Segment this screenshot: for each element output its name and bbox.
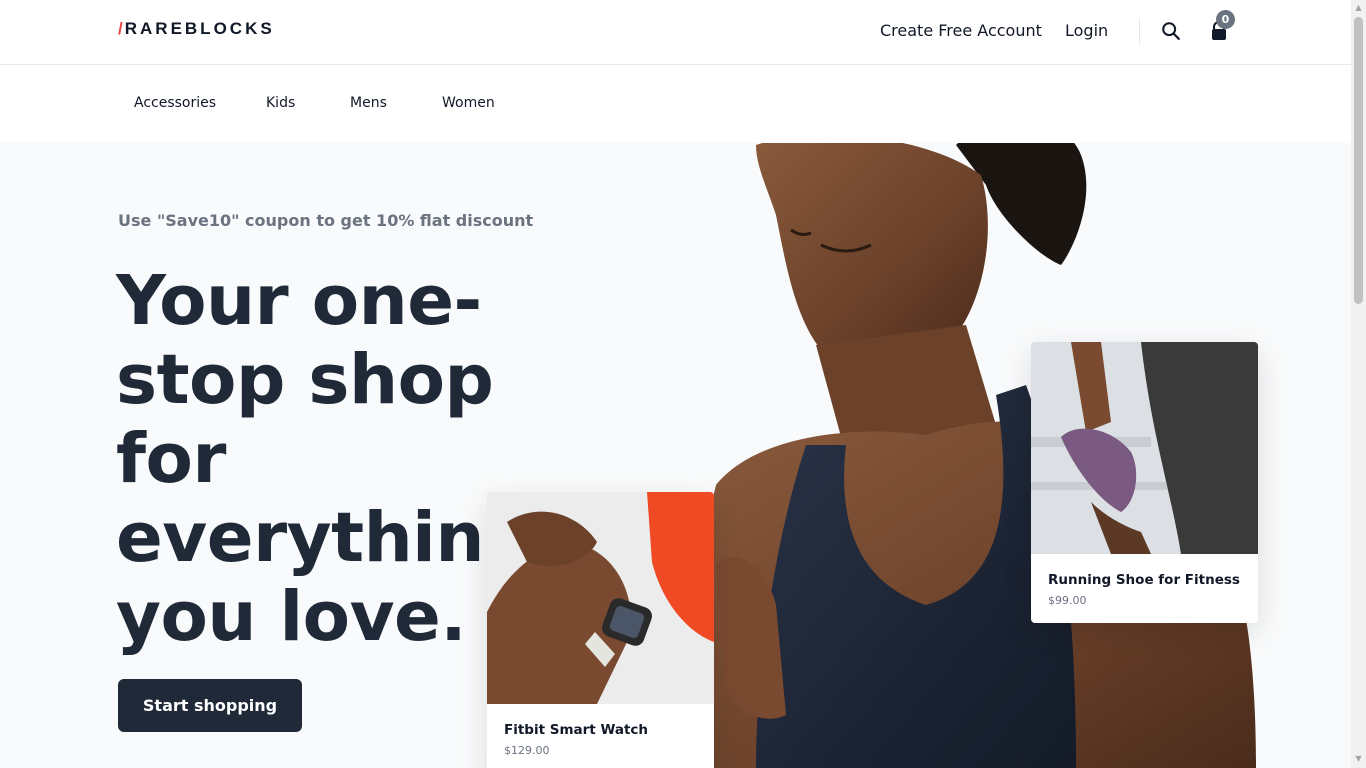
site-header: / RAREBLOCKS Create Free Account Login 0 <box>0 0 1351 65</box>
nav-item-accessories[interactable]: Accessories <box>134 95 216 111</box>
product-card-running-shoe[interactable]: Running Shoe for Fitness $99.00 <box>1031 342 1258 623</box>
coupon-text: Use "Save10" coupon to get 10% flat disc… <box>118 211 534 230</box>
page: / RAREBLOCKS Create Free Account Login 0 … <box>0 0 1351 768</box>
product-title[interactable]: Running Shoe for Fitness <box>1048 572 1240 588</box>
brand-logo[interactable]: / RAREBLOCKS <box>118 19 275 39</box>
product-card-smart-watch[interactable]: Fitbit Smart Watch $129.00 <box>487 492 714 768</box>
search-icon[interactable] <box>1160 20 1182 42</box>
product-image-running-shoe <box>1031 342 1258 554</box>
start-shopping-button[interactable]: Start shopping <box>118 679 302 732</box>
hero-headline: Your one-stop shop for everything you lo… <box>116 261 533 657</box>
login-link[interactable]: Login <box>1065 21 1108 40</box>
nav-item-women[interactable]: Women <box>442 95 495 111</box>
product-price: $99.00 <box>1048 594 1087 607</box>
nav-item-mens[interactable]: Mens <box>350 95 387 111</box>
header-divider <box>1139 18 1140 44</box>
product-image-smart-watch <box>487 492 714 704</box>
hero-image-fade <box>755 65 1075 143</box>
cart-count-badge: 0 <box>1216 10 1235 29</box>
page-scrollbar[interactable]: ▲ ▼ <box>1351 0 1366 768</box>
scrollbar-thumb[interactable] <box>1354 17 1363 304</box>
category-nav: Accessories Kids Mens Women <box>0 65 1351 143</box>
scroll-down-arrow-icon[interactable]: ▼ <box>1354 754 1363 763</box>
product-title[interactable]: Fitbit Smart Watch <box>504 722 648 738</box>
scroll-up-arrow-icon[interactable]: ▲ <box>1354 3 1363 12</box>
product-price: $129.00 <box>504 744 550 757</box>
nav-item-kids[interactable]: Kids <box>266 95 295 111</box>
create-account-link[interactable]: Create Free Account <box>880 21 1042 40</box>
